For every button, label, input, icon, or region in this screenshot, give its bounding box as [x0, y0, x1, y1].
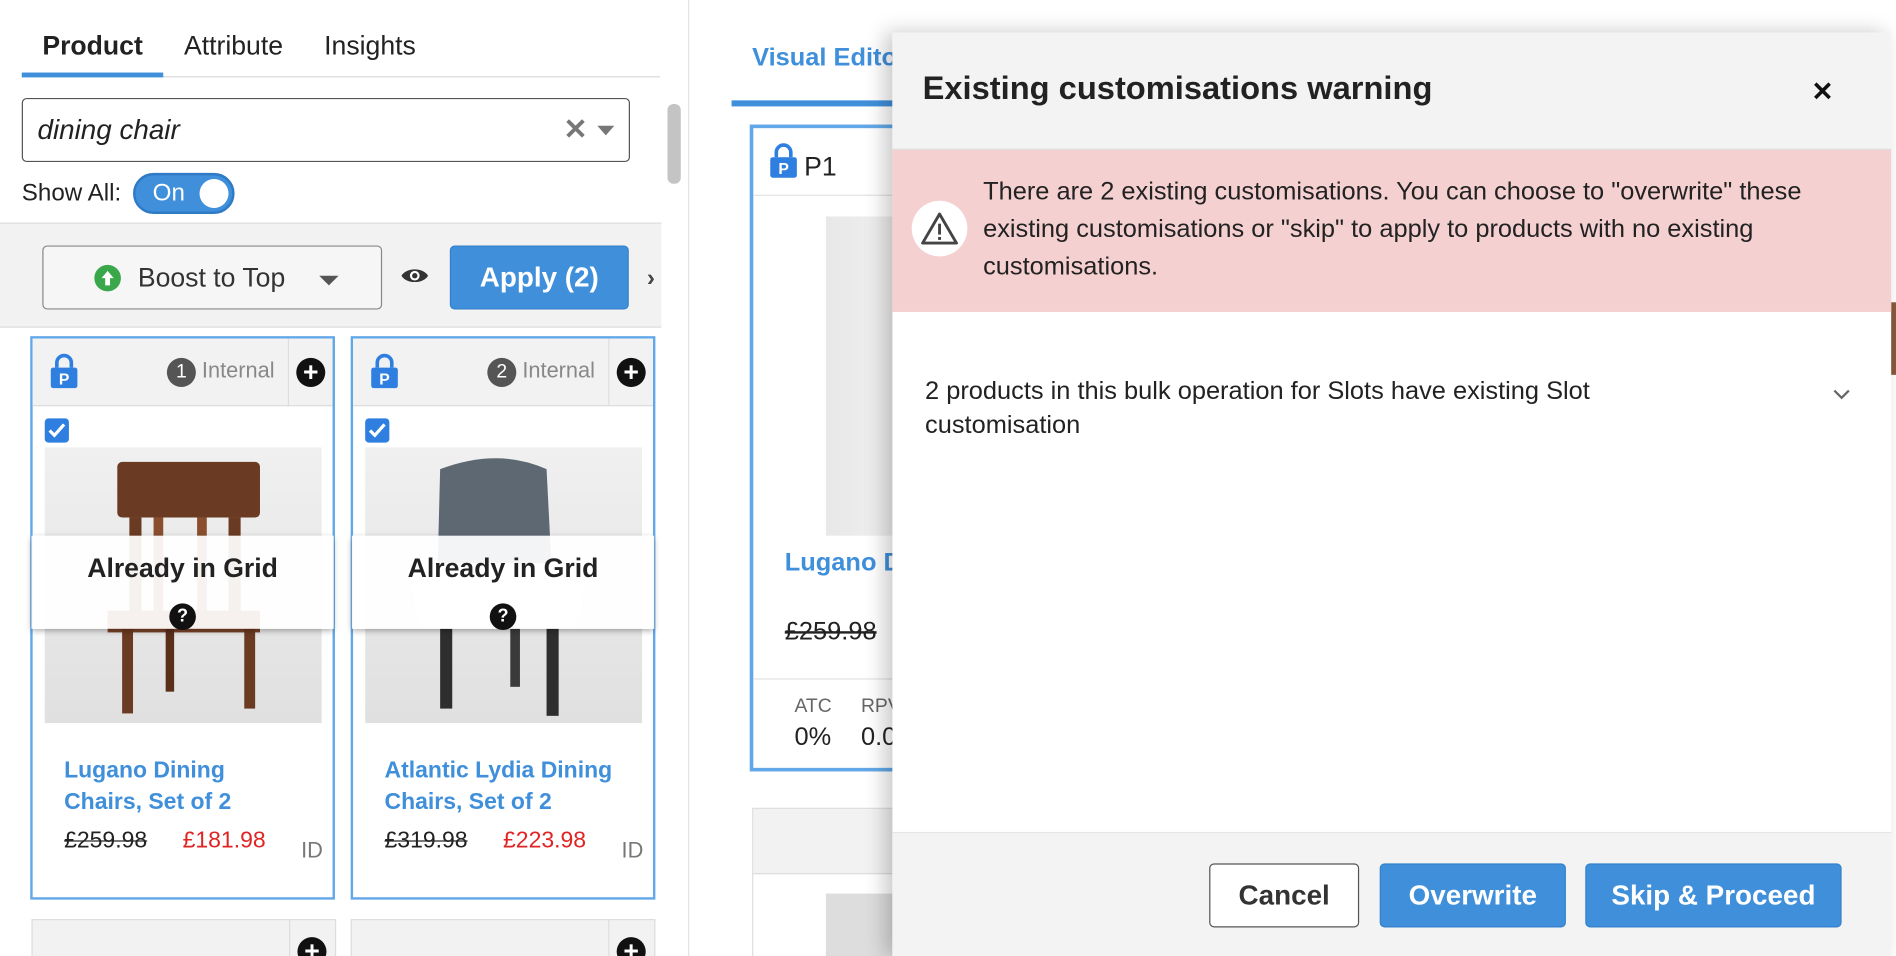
- tab-underline: [731, 100, 901, 107]
- show-all-toggle[interactable]: On: [133, 172, 235, 215]
- product-card[interactable]: P 1 Internal + Already in Grid ? Lugano …: [30, 336, 335, 900]
- id-label: ID: [301, 837, 323, 863]
- lock-icon[interactable]: P: [50, 353, 79, 395]
- id-label: ID: [621, 837, 644, 863]
- apply-button[interactable]: Apply (2): [449, 245, 629, 310]
- help-icon[interactable]: ?: [489, 603, 517, 630]
- modal-footer: Cancel Overwrite Skip & Proceed: [892, 831, 1892, 956]
- panel-scrollbar[interactable]: [664, 99, 683, 956]
- already-in-grid-overlay: Already in Grid ?: [31, 535, 334, 630]
- stat-value: 0%: [794, 723, 832, 751]
- show-all-row: Show All: On: [21, 172, 235, 215]
- overwrite-button[interactable]: Overwrite: [1379, 863, 1566, 928]
- slot-price: £259.98: [784, 617, 877, 646]
- boost-label: Boost to Top: [137, 261, 286, 293]
- slot-label: P1: [804, 151, 837, 182]
- modal-title: Existing customisations warning: [922, 70, 1433, 107]
- sale-price: £223.98: [503, 828, 587, 854]
- cancel-button[interactable]: Cancel: [1209, 863, 1360, 928]
- position-badge: 2: [487, 357, 517, 387]
- select-checkbox[interactable]: [44, 418, 69, 443]
- search-select[interactable]: dining chair ✕: [21, 97, 630, 163]
- chevron-right-icon[interactable]: ›: [647, 265, 655, 293]
- caret-down-icon[interactable]: [597, 125, 615, 135]
- product-name[interactable]: Lugano Dining Chairs, Set of 2: [64, 756, 306, 819]
- add-button[interactable]: +: [288, 920, 335, 956]
- tab-product[interactable]: Product: [21, 27, 164, 78]
- caret-down-icon: [319, 275, 339, 286]
- arrow-up-circle-icon: [94, 264, 121, 292]
- product-name[interactable]: Atlantic Lydia Dining Chairs, Set of 2: [385, 756, 627, 819]
- stat-label: ATC: [794, 696, 832, 718]
- plus-icon: +: [297, 937, 327, 956]
- product-card[interactable]: +: [350, 918, 656, 956]
- product-panel: Product Attribute Insights dining chair …: [0, 0, 690, 956]
- customisation-detail-row[interactable]: 2 products in this bulk operation for Sl…: [925, 375, 1856, 443]
- lock-icon[interactable]: P: [370, 353, 399, 395]
- customisations-warning-modal: Existing customisations warning ✕ There …: [892, 32, 1892, 956]
- position-label: Internal: [522, 357, 595, 383]
- bulk-toolbar: Boost to Top Apply (2) ›: [0, 222, 662, 328]
- svg-text:P: P: [59, 372, 69, 389]
- detail-text: 2 products in this bulk operation for Sl…: [925, 377, 1590, 439]
- grid-status: Already in Grid: [87, 552, 278, 583]
- plus-icon: +: [616, 357, 646, 387]
- clear-icon[interactable]: ✕: [563, 112, 587, 147]
- already-in-grid-overlay: Already in Grid ?: [351, 535, 655, 630]
- skip-proceed-button[interactable]: Skip & Proceed: [1585, 863, 1842, 928]
- original-price: £319.98: [384, 828, 468, 854]
- tab-insights[interactable]: Insights: [304, 27, 437, 78]
- svg-text:P: P: [379, 372, 389, 389]
- original-price: £259.98: [64, 828, 148, 854]
- plus-icon: +: [296, 357, 326, 387]
- add-button[interactable]: +: [608, 920, 654, 956]
- chevron-down-icon[interactable]: [1832, 385, 1851, 407]
- svg-text:P: P: [778, 161, 788, 178]
- tab-attribute[interactable]: Attribute: [163, 27, 303, 78]
- position-label: Internal: [201, 357, 275, 383]
- panel-tabs: Product Attribute Insights: [21, 27, 661, 78]
- eye-icon[interactable]: [400, 266, 429, 291]
- plus-icon: +: [616, 937, 646, 956]
- select-checkbox[interactable]: [365, 418, 390, 443]
- toggle-knob: [199, 178, 229, 208]
- warning-icon: [911, 200, 968, 257]
- sale-price: £181.98: [182, 828, 266, 854]
- help-icon[interactable]: ?: [169, 603, 196, 630]
- show-all-label: Show All:: [21, 179, 122, 207]
- grid-status: Already in Grid: [407, 552, 599, 583]
- position-badge: 1: [166, 357, 196, 387]
- boost-dropdown[interactable]: Boost to Top: [42, 245, 383, 310]
- search-value: dining chair: [37, 113, 180, 146]
- product-card[interactable]: P 2 Internal + Already in Grid ? Atlanti…: [350, 336, 656, 900]
- warning-alert: There are 2 existing customisations. You…: [892, 149, 1892, 312]
- card-header: P 2 Internal +: [353, 338, 654, 407]
- card-header: P 1 Internal +: [32, 338, 334, 407]
- modal-header: Existing customisations warning ✕: [892, 32, 1892, 150]
- app-root: Product Attribute Insights dining chair …: [0, 0, 1896, 956]
- lock-icon[interactable]: P: [769, 143, 798, 185]
- product-card[interactable]: +: [31, 918, 337, 956]
- toggle-state: On: [152, 180, 185, 207]
- close-icon[interactable]: ✕: [1811, 76, 1833, 107]
- add-button[interactable]: +: [608, 338, 654, 407]
- add-button[interactable]: +: [287, 338, 334, 407]
- warning-message: There are 2 existing customisations. You…: [983, 177, 1802, 281]
- scroll-thumb[interactable]: [667, 103, 681, 184]
